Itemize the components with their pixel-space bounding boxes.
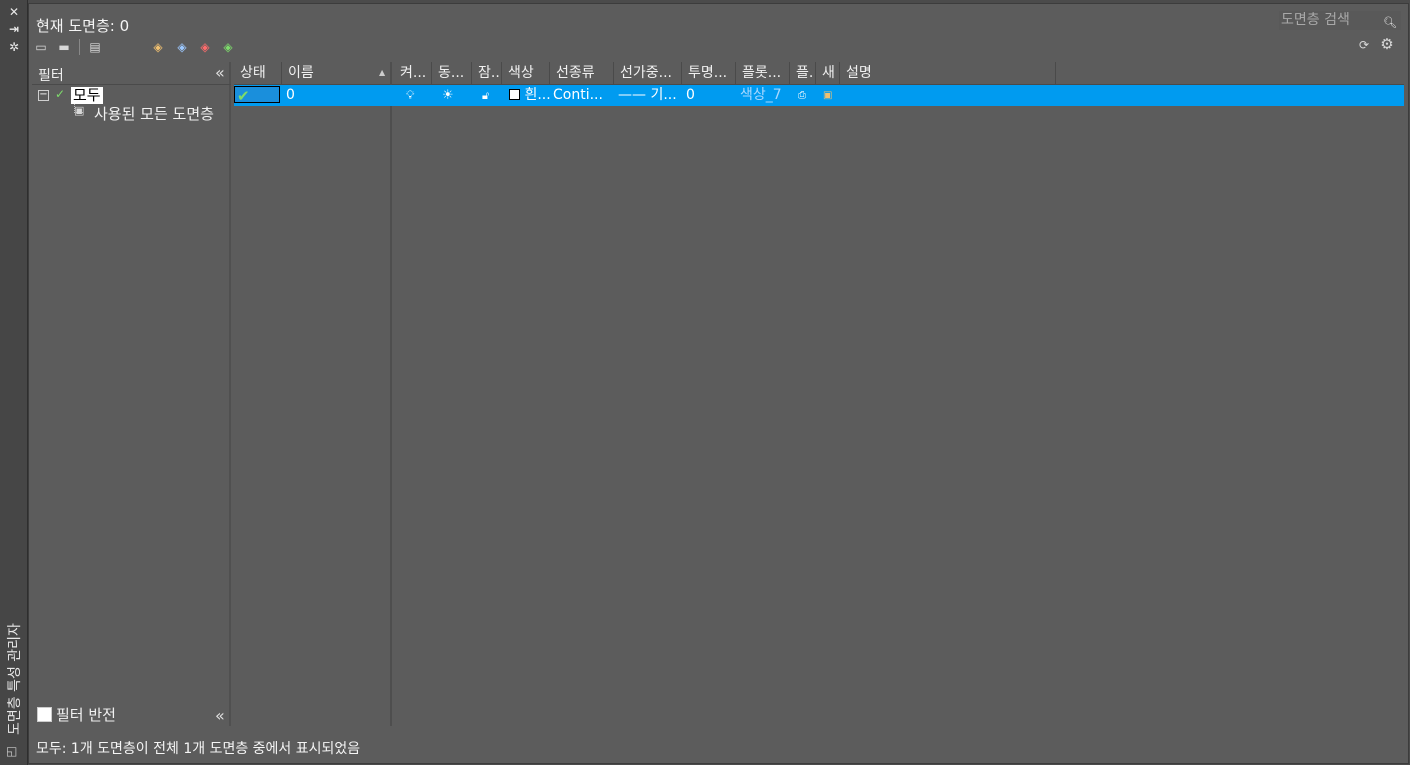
collapse-filter-bottom-icon[interactable]: « — [215, 706, 225, 725]
toolbar-separator — [79, 39, 80, 55]
invert-filter-checkbox[interactable] — [37, 707, 52, 722]
filter-tree-panel — [32, 62, 231, 726]
search-placeholder: 도면층 검색 — [1281, 12, 1350, 28]
linetype-cell[interactable]: Conti... — [553, 85, 613, 106]
tree-item-all[interactable]: 모두 — [71, 87, 103, 104]
unlock-icon[interactable]: 🔓︎ — [482, 85, 502, 106]
set-current-icon[interactable]: ◈ — [220, 40, 236, 54]
col-plotstyle[interactable]: 플롯... — [736, 62, 790, 84]
close-icon[interactable]: ✕ — [6, 5, 22, 19]
col-plot[interactable]: 플. — [790, 62, 816, 84]
settings-gear-icon[interactable]: ⚙ — [1379, 37, 1395, 52]
new-layer-icon[interactable]: ◈ — [150, 40, 166, 54]
layers-icon: ◱ — [6, 744, 18, 758]
delete-layer-icon[interactable]: ◈ — [197, 40, 213, 54]
status-bar: 모두: 1개 도면층이 전체 1개 도면층 중에서 표시되었음 — [36, 741, 361, 757]
status-cell[interactable]: ✔ — [234, 86, 280, 103]
pin-icon[interactable]: ⇥ — [6, 22, 22, 36]
layer-manager-panel: 현재 도면층: 0 도면층 검색 🔍︎ ▭ ▬ ▤ ◈ ◈ ◈ ◈ ⟳ ⚙ 필터… — [28, 3, 1409, 764]
grid-frozen-divider[interactable] — [390, 62, 392, 726]
layer-name[interactable]: 0 — [286, 85, 386, 106]
plotstyle-cell[interactable]: 색상_7 — [740, 85, 790, 106]
col-color[interactable]: 색상 — [502, 62, 550, 84]
color-swatch — [509, 89, 520, 100]
layer-grid-header: 상태 이름 ▲ 켜... 동... 잠... 색상 선종류 선가중... 투명.… — [234, 62, 1404, 85]
palette-title-bar[interactable]: ✕ ⇥ ✲ 도면층 특성 관리자 ◱ — [0, 0, 28, 765]
col-transparency[interactable]: 투명... — [682, 62, 736, 84]
color-cell[interactable]: 흰... — [509, 85, 553, 106]
filter-title: 필터 — [38, 68, 64, 84]
new-vp-freeze-icon[interactable]: ▣ — [823, 85, 837, 106]
current-layer-label: 현재 도면층: 0 — [36, 17, 130, 35]
search-icon[interactable]: 🔍︎ — [1383, 13, 1397, 32]
layer-row[interactable]: ✔ 0 💡︎ ☀ 🔓︎ 흰... Conti... —— 기... 0 색상_7… — [234, 85, 1404, 106]
new-layer-vp-frozen-icon[interactable]: ◈ — [174, 40, 190, 54]
col-lock[interactable]: 잠... — [472, 62, 502, 84]
col-description[interactable]: 설명 — [840, 62, 1056, 84]
collapse-filter-icon[interactable]: « — [215, 63, 225, 82]
lineweight-cell[interactable]: —— 기... — [618, 85, 680, 106]
col-status[interactable]: 상태 — [234, 62, 282, 84]
col-freeze[interactable]: 동... — [432, 62, 472, 84]
color-name: 흰... — [524, 87, 551, 103]
refresh-icon[interactable]: ⟳ — [1356, 38, 1372, 52]
col-newvp[interactable]: 새 — [816, 62, 840, 84]
bulb-on-icon[interactable]: 💡︎ — [406, 85, 426, 106]
settings-icon[interactable]: ✲ — [6, 40, 22, 54]
col-on[interactable]: 켜... — [394, 62, 432, 84]
col-linetype[interactable]: 선종류 — [550, 62, 614, 84]
current-layer-check-icon: ✔ — [237, 87, 250, 103]
printer-icon[interactable]: ⎙ — [798, 85, 812, 106]
search-input[interactable]: 도면층 검색 🔍︎ — [1279, 11, 1401, 30]
sun-thawed-icon[interactable]: ☀ — [442, 85, 462, 106]
transparency-cell[interactable]: 0 — [686, 85, 732, 106]
used-layers-filter-icon: ▣ — [74, 104, 85, 117]
col-name[interactable]: 이름 — [282, 62, 392, 84]
tree-item-used-layers[interactable]: 사용된 모든 도면층 — [94, 103, 214, 124]
col-lineweight[interactable]: 선가중... — [614, 62, 682, 84]
invert-filter-label: 필터 반전 — [56, 706, 116, 724]
all-filter-icon: ✓ — [55, 87, 66, 101]
new-property-filter-icon[interactable]: ▭ — [33, 40, 49, 54]
filter-header: 필터 « — [32, 62, 231, 85]
new-group-filter-icon[interactable]: ▬ — [56, 40, 72, 54]
description-cell[interactable] — [846, 85, 1046, 106]
layer-states-manager-icon[interactable]: ▤ — [87, 40, 103, 54]
sort-asc-icon: ▲ — [379, 68, 386, 77]
palette-title: 도면층 특성 관리자 — [7, 623, 23, 735]
tree-collapse-icon[interactable]: − — [38, 90, 49, 101]
